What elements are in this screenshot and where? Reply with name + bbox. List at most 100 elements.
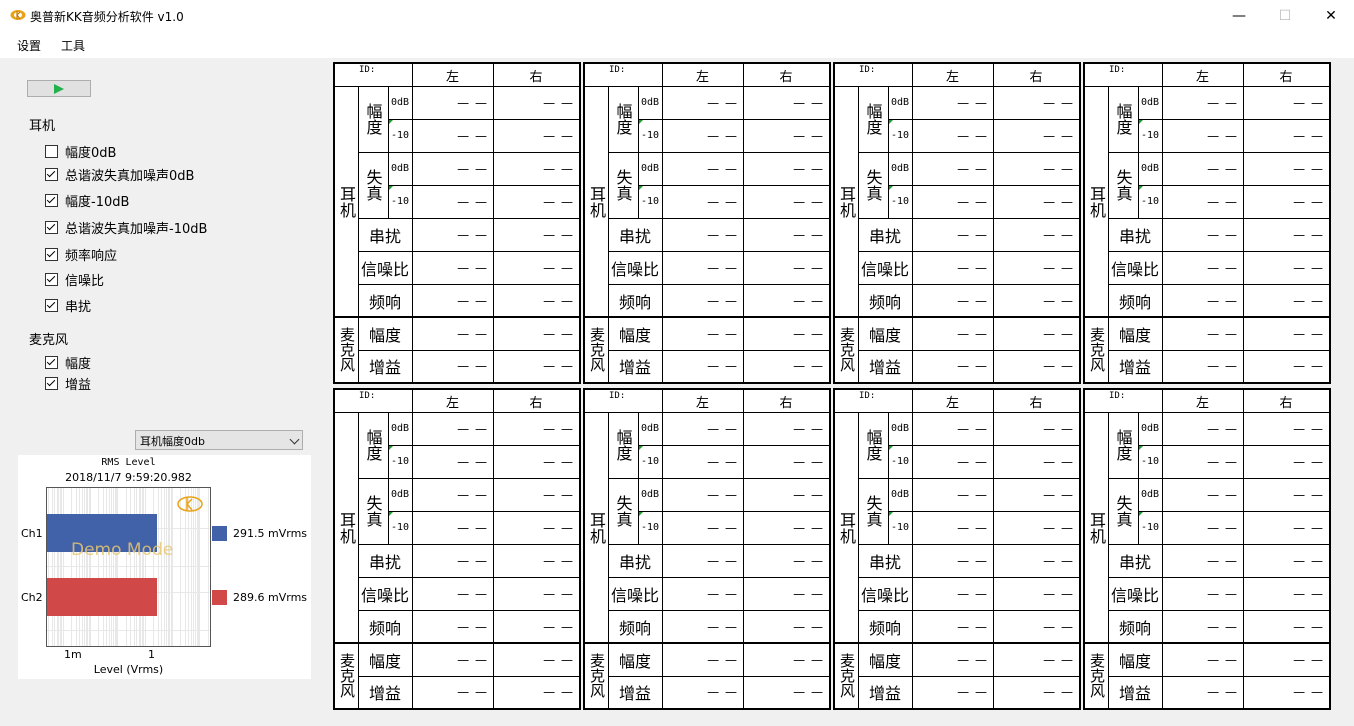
mic-section-label: 麦克风 — [1088, 327, 1106, 372]
level-label: 0dB — [390, 97, 410, 108]
measurement-select[interactable]: 耳机幅度0db — [135, 430, 303, 450]
result-panel: ID: 左右耳机 幅度 失真 0dB -10 0dB -10 串扰 信噪比 频响 麦克风 幅度 增益 — —… — [333, 62, 581, 384]
level-label: 0dB — [890, 423, 910, 434]
checkbox-row[interactable]: 幅度-10dB — [45, 192, 129, 210]
grid-line — [56, 488, 58, 646]
gain-label: 增益 — [368, 358, 401, 377]
left-value: — — — [1207, 194, 1238, 209]
mic-section-label: 麦克风 — [338, 653, 356, 698]
minimize-button[interactable]: — — [1216, 0, 1262, 32]
right-value: — — — [543, 293, 574, 308]
checkbox[interactable] — [45, 376, 58, 390]
left-value: — — — [957, 553, 988, 568]
checkbox[interactable] — [45, 298, 58, 312]
right-value: — — — [1043, 227, 1074, 242]
distortion-label: 失真 — [363, 495, 383, 527]
freq-response-label: 频响 — [868, 292, 901, 312]
grid-line — [60, 488, 62, 646]
left-value: — — — [707, 128, 738, 143]
right-channel-header: 右 — [1279, 395, 1293, 411]
close-button[interactable]: ✕ — [1308, 0, 1354, 32]
app-logo-icon — [10, 10, 26, 20]
checkbox-row[interactable]: 总谐波失真加噪声-10dB — [45, 219, 207, 237]
right-channel-header: 右 — [1029, 395, 1043, 411]
distortion-label: 失真 — [1113, 495, 1133, 527]
checkbox-row[interactable]: 增益 — [45, 375, 91, 393]
checkbox-row[interactable]: 频率响应 — [45, 246, 117, 264]
right-value: — — — [1043, 685, 1074, 699]
left-value: — — — [457, 194, 488, 209]
grid-line — [143, 488, 145, 646]
right-value: — — — [1293, 454, 1324, 469]
left-value: — — — [957, 487, 988, 502]
grid-line — [138, 488, 140, 646]
right-value: — — — [1293, 421, 1324, 436]
right-value: — — — [793, 194, 824, 209]
level-label: 0dB — [890, 489, 910, 500]
x-axis-label: Level (Vrms) — [93, 663, 164, 676]
checkbox-row[interactable]: 信噪比 — [45, 271, 104, 289]
level-marker — [1139, 186, 1143, 190]
checkbox[interactable] — [45, 220, 58, 234]
grid-line — [170, 488, 172, 646]
left-value: — — — [1207, 128, 1238, 143]
checkbox-row[interactable]: 总谐波失真加噪声0dB — [45, 166, 194, 184]
left-value: — — — [957, 95, 988, 110]
gain-label: 增益 — [368, 684, 401, 703]
grid-line — [75, 488, 77, 646]
maximize-button[interactable]: ☐ — [1262, 0, 1308, 32]
level-marker — [889, 512, 893, 516]
left-value: — — — [707, 359, 738, 373]
left-value: — — — [1207, 454, 1238, 469]
menu-tools[interactable]: 工具 — [61, 37, 85, 54]
distortion-label: 失真 — [1113, 169, 1133, 201]
meter-timestamp: 2018/11/7 9:59:20.982 — [65, 471, 192, 484]
chevron-down-icon — [289, 434, 300, 445]
right-value: — — — [793, 652, 824, 667]
grid-line — [83, 488, 85, 646]
right-value: — — — [1043, 454, 1074, 469]
left-value: — — — [1207, 95, 1238, 110]
menu-settings[interactable]: 设置 — [17, 37, 41, 54]
left-value: — — — [1207, 293, 1238, 308]
left-value: — — — [457, 293, 488, 308]
freq-response-label: 频响 — [1118, 618, 1151, 638]
gain-label: 增益 — [868, 358, 901, 377]
play-button[interactable] — [27, 80, 91, 97]
level-label: 0dB — [640, 489, 660, 500]
checkbox-row[interactable]: 幅度 — [45, 354, 91, 372]
grid-line — [133, 488, 135, 646]
gain-label: 增益 — [1118, 358, 1151, 377]
checkbox-row[interactable]: 幅度0dB — [45, 143, 116, 161]
checkbox[interactable] — [45, 247, 58, 261]
checkbox[interactable] — [45, 144, 58, 158]
right-value: — — — [543, 161, 574, 176]
level-marker — [889, 446, 893, 450]
right-value: — — — [1043, 326, 1074, 341]
checkbox[interactable] — [45, 272, 58, 286]
level-label: 0dB — [890, 163, 910, 174]
right-value: — — — [543, 619, 574, 634]
amplitude-label: 幅度 — [613, 103, 633, 135]
left-value: — — — [957, 619, 988, 634]
checkbox[interactable] — [45, 193, 58, 207]
left-value: — — — [707, 326, 738, 341]
grid-line — [85, 488, 87, 646]
menu-bar: 设置 工具 — [0, 32, 1354, 58]
right-value: — — — [543, 326, 574, 341]
checkbox-row[interactable]: 串扰 — [45, 297, 91, 315]
amplitude-label: 幅度 — [1113, 103, 1133, 135]
right-value: — — — [1043, 619, 1074, 634]
crosstalk-label: 串扰 — [368, 226, 401, 246]
left-value: — — — [957, 293, 988, 308]
left-value: — — — [1207, 553, 1238, 568]
left-value: — — — [1207, 586, 1238, 601]
checkbox[interactable] — [45, 355, 58, 369]
right-value: — — — [793, 359, 824, 373]
checkbox[interactable] — [45, 167, 58, 181]
right-value: — — — [1293, 194, 1324, 209]
snr-label: 信噪比 — [860, 585, 909, 605]
headphone-section-label: 耳机 — [837, 511, 856, 544]
left-value: — — — [1207, 161, 1238, 176]
level-marker — [389, 446, 393, 450]
